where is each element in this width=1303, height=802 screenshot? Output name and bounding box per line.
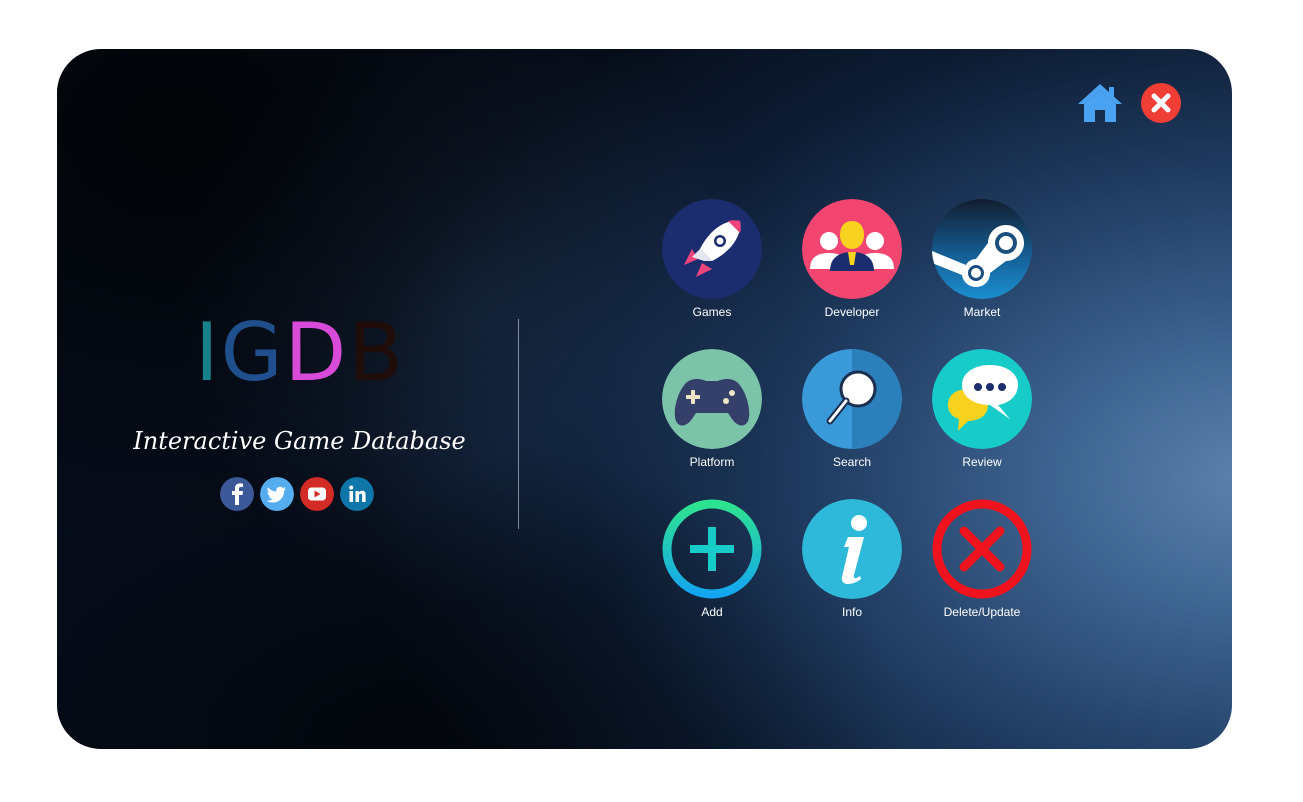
steam-icon: [932, 199, 1032, 299]
info-label: Info: [841, 605, 862, 619]
info-tile[interactable]: Info: [792, 499, 912, 619]
logo-letter-d: D: [284, 306, 349, 399]
vertical-divider: [518, 319, 519, 529]
platform-tile[interactable]: Platform: [652, 349, 772, 469]
chat-bubbles-icon: [932, 349, 1032, 449]
app-logo: IGDB: [195, 311, 425, 395]
search-label: Search: [832, 455, 872, 469]
main-window: IGDB Interactive Game Database Games Dev…: [57, 49, 1232, 749]
review-label: Review: [962, 455, 1002, 469]
delete-update-tile[interactable]: Delete/Update: [922, 499, 1042, 619]
gamepad-icon: [662, 349, 762, 449]
team-icon: [802, 199, 902, 299]
rocket-icon: [662, 199, 762, 299]
review-tile[interactable]: Review: [922, 349, 1042, 469]
social-links: [220, 477, 374, 511]
close-button[interactable]: [1141, 83, 1181, 123]
platform-label: Platform: [689, 455, 735, 469]
market-tile[interactable]: Market: [922, 199, 1042, 319]
add-label: Add: [701, 605, 723, 619]
info-icon: [802, 499, 902, 599]
delete-update-label: Delete/Update: [943, 605, 1021, 619]
twitter-icon[interactable]: [260, 477, 294, 511]
add-tile[interactable]: Add: [652, 499, 772, 619]
app-subtitle: Interactive Game Database: [133, 427, 466, 455]
youtube-icon[interactable]: [300, 477, 334, 511]
home-button[interactable]: [1076, 82, 1124, 126]
plus-circle-icon: [662, 499, 762, 599]
logo-letter-i: I: [195, 306, 221, 399]
logo-letter-g: G: [220, 306, 285, 399]
magnifier-icon: [802, 349, 902, 449]
games-tile[interactable]: Games: [652, 199, 772, 319]
facebook-icon[interactable]: [220, 477, 254, 511]
x-circle-icon: [932, 499, 1032, 599]
home-icon: [1078, 84, 1122, 122]
linkedin-icon[interactable]: [340, 477, 374, 511]
developer-tile[interactable]: Developer: [792, 199, 912, 319]
logo-letter-b: B: [348, 306, 406, 399]
search-tile[interactable]: Search: [792, 349, 912, 469]
developer-label: Developer: [824, 305, 880, 319]
games-label: Games: [692, 305, 732, 319]
market-label: Market: [963, 305, 1001, 319]
close-icon: [1141, 83, 1181, 123]
